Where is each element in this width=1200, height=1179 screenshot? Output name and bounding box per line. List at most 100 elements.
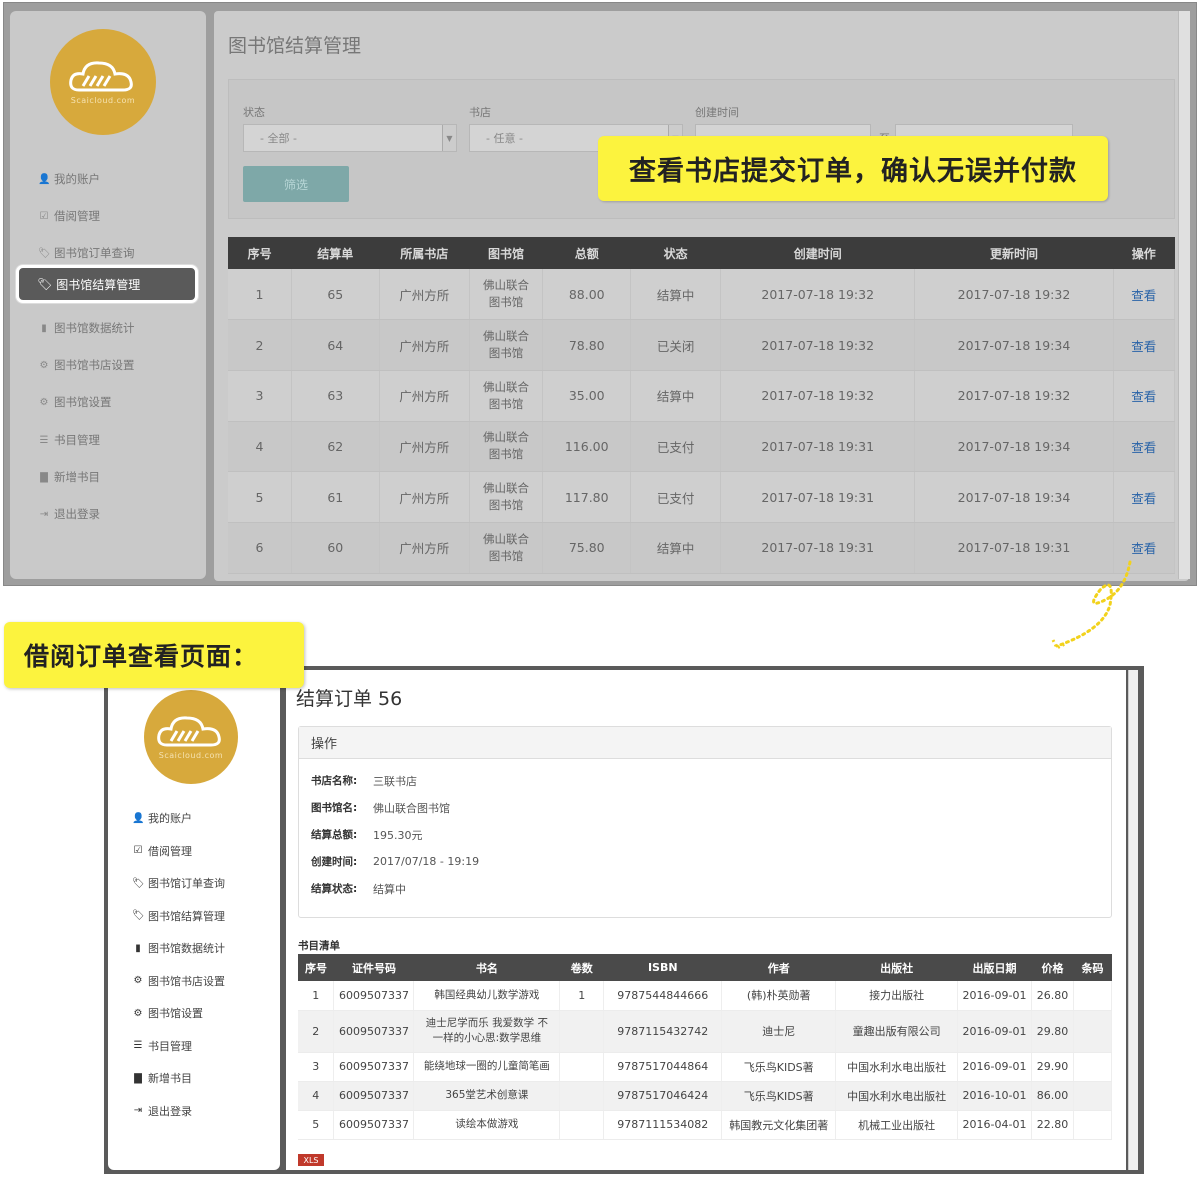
sidebar-item-9[interactable]: ⇥ 退出登录 xyxy=(38,506,100,522)
sidebar-item-4[interactable]: ▮ 图书馆数据统计 xyxy=(132,940,225,956)
table-cell: 结算中 xyxy=(630,269,722,321)
view-link[interactable]: 查看 xyxy=(1113,370,1176,422)
table-row: 5 6009507337 读绘本做游戏 9787111534082 韩国教元文化集团著机… xyxy=(298,1110,1113,1140)
tag-icon: 🏷 xyxy=(132,910,145,921)
sidebar-item-3[interactable]: 🏷 图书馆结算管理 xyxy=(132,908,225,924)
tag-icon: 🏷 xyxy=(38,247,51,259)
table-row: 2 6009507337 迪士尼学而乐 我爱数学 不一样的小心思:数学思维 97871… xyxy=(298,1010,1113,1053)
view-link[interactable]: 查看 xyxy=(1113,471,1176,523)
view-link[interactable]: 查看 xyxy=(1113,421,1176,473)
column-header: 总额 xyxy=(542,237,631,269)
table-cell: 2016-09-01 xyxy=(957,1052,1032,1082)
table-cell: 4 xyxy=(228,421,292,473)
table-cell: 64 xyxy=(291,319,380,371)
page-title: 图书馆结算管理 xyxy=(228,35,362,57)
sidebar-item-label: 图书馆设置 xyxy=(54,395,112,409)
sidebar-item-1[interactable]: ☑ 借阅管理 xyxy=(38,208,100,224)
store-label: 书店 xyxy=(469,106,491,119)
sidebar-item-1[interactable]: ☑ 借阅管理 xyxy=(132,843,192,859)
sidebar: Scaicloud.com 👤 我的账户 ☑ 借阅管理 🏷 图书馆订单查询 🏷 图书馆结算管理… xyxy=(108,670,280,1170)
gear-icon: ⚙ xyxy=(39,359,49,371)
table-cell: 2 xyxy=(298,1010,335,1053)
table-cell: 2 xyxy=(228,319,292,371)
table-cell: 2016-04-01 xyxy=(957,1110,1032,1140)
table-cell: 已支付 xyxy=(630,471,722,523)
table-cell: 365堂艺术创意课 xyxy=(413,1081,561,1111)
table-cell: 机械工业出版社 xyxy=(835,1110,959,1140)
sidebar-item-5[interactable]: ⚙ 图书馆书店设置 xyxy=(132,973,225,989)
table-cell: 2017-07-18 19:32 xyxy=(914,269,1114,321)
scrollbar[interactable] xyxy=(1178,11,1190,579)
table-cell: 9787517044864 xyxy=(603,1052,723,1082)
sidebar-item-8[interactable]: ▇ 新增书目 xyxy=(132,1070,192,1086)
main-content: 图书馆结算管理 状态 - 全部 - ▼ 书店 - 任意 - ▼ 创建时间 至 筛… xyxy=(214,11,1189,581)
status-select[interactable]: - 全部 - ▼ xyxy=(243,124,457,152)
sidebar-item-4[interactable]: ▮ 图书馆数据统计 xyxy=(38,320,134,336)
sidebar-item-label: 图书馆订单查询 xyxy=(148,877,225,890)
table-cell: 佛山联合图书馆 xyxy=(469,471,544,523)
table-cell: 65 xyxy=(291,269,380,321)
sidebar-item-label: 图书馆书店设置 xyxy=(148,974,225,988)
sidebar-item-7[interactable]: ☰ 书目管理 xyxy=(38,432,100,448)
sidebar-item-6[interactable]: ⚙ 图书馆设置 xyxy=(38,394,112,410)
sidebar-item-5[interactable]: ⚙ 图书馆书店设置 xyxy=(38,357,135,373)
detail-panel: 操作 书店名称: 三联书店 图书馆名: 佛山联合图书馆 结算总额: 195.30元 创建时间… xyxy=(298,726,1112,918)
sidebar-item-label: 退出登录 xyxy=(54,507,100,521)
detail-value: 2017/07/18 - 19:19 xyxy=(373,855,480,868)
sidebar-item-label: 图书馆结算管理 xyxy=(56,277,141,292)
table-cell: 接力出版社 xyxy=(835,981,959,1011)
table-cell: 读绘本做游戏 xyxy=(413,1110,561,1140)
table-cell: 飞乐鸟KIDS著 xyxy=(721,1081,837,1111)
sidebar-item-0[interactable]: 👤 我的账户 xyxy=(132,810,192,826)
tag-icon: 🏷 xyxy=(37,277,53,291)
table-cell xyxy=(1073,1010,1113,1053)
table-cell: 广州方所 xyxy=(379,421,470,473)
table-cell: 广州方所 xyxy=(379,471,470,523)
logo-text: Scaicloud.com xyxy=(70,95,136,105)
table-cell: 2016-10-01 xyxy=(957,1081,1032,1111)
sidebar-item-9[interactable]: ⇥ 退出登录 xyxy=(132,1103,192,1119)
sidebar-item-label: 借阅管理 xyxy=(54,209,100,223)
table-cell: 63 xyxy=(291,370,380,422)
column-header: 出版日期 xyxy=(957,954,1032,981)
table-cell: 佛山联合图书馆 xyxy=(469,370,544,422)
table-cell: 78.80 xyxy=(542,319,632,371)
column-header: 结算单 xyxy=(291,237,380,269)
sidebar-item-label: 图书馆结算管理 xyxy=(148,909,225,923)
view-link[interactable]: 查看 xyxy=(1113,269,1176,321)
column-header: 图书馆 xyxy=(469,237,543,269)
column-header: 更新时间 xyxy=(914,237,1114,269)
table-row: 3 63 广州方所 佛山联合图书馆 35.00 结算中 2017-07-18 19:32 20… xyxy=(228,370,1176,422)
column-header: 书名 xyxy=(413,954,560,981)
table-cell: 5 xyxy=(298,1110,335,1140)
table-cell: 6009507337 xyxy=(333,1052,415,1082)
sidebar-item-7[interactable]: ☰ 书目管理 xyxy=(132,1038,192,1054)
sidebar-item-0[interactable]: 👤 我的账户 xyxy=(38,171,100,187)
scaicloud-logo: Scaicloud.com xyxy=(144,690,238,784)
list-icon: ☰ xyxy=(133,1040,143,1051)
table-cell xyxy=(559,1081,605,1111)
view-link[interactable]: 查看 xyxy=(1113,319,1176,371)
table-cell: 26.80 xyxy=(1031,981,1074,1011)
bar-chart-icon: ▮ xyxy=(135,942,141,954)
book-icon: ▇ xyxy=(134,1072,142,1084)
scrollbar[interactable] xyxy=(1128,670,1138,1170)
sidebar-item-8[interactable]: ▇ 新增书目 xyxy=(38,469,100,485)
filter-button[interactable]: 筛选 xyxy=(243,166,349,202)
sidebar-item-6[interactable]: ⚙ 图书馆设置 xyxy=(132,1005,203,1021)
table-cell: 2017-07-18 19:34 xyxy=(914,319,1114,371)
table-cell: 3 xyxy=(228,370,292,422)
sidebar-item-2[interactable]: 🏷 图书馆订单查询 xyxy=(38,245,135,261)
book-icon: ▇ xyxy=(40,471,48,483)
page-title: 结算订单 56 xyxy=(296,688,403,710)
sidebar-item-settlement-active[interactable]: 🏷 图书馆结算管理 xyxy=(16,265,198,303)
column-header: 状态 xyxy=(630,237,721,269)
table-cell: 62 xyxy=(291,421,380,473)
table-cell: 广州方所 xyxy=(379,370,470,422)
xls-export-button[interactable]: XLS xyxy=(298,1154,324,1166)
sidebar-item-label: 书目管理 xyxy=(54,433,100,447)
list-icon: ☰ xyxy=(39,434,49,446)
table-cell: 1 xyxy=(298,981,335,1011)
created-label: 创建时间 xyxy=(695,106,739,119)
sidebar-item-2[interactable]: 🏷 图书馆订单查询 xyxy=(132,875,225,891)
